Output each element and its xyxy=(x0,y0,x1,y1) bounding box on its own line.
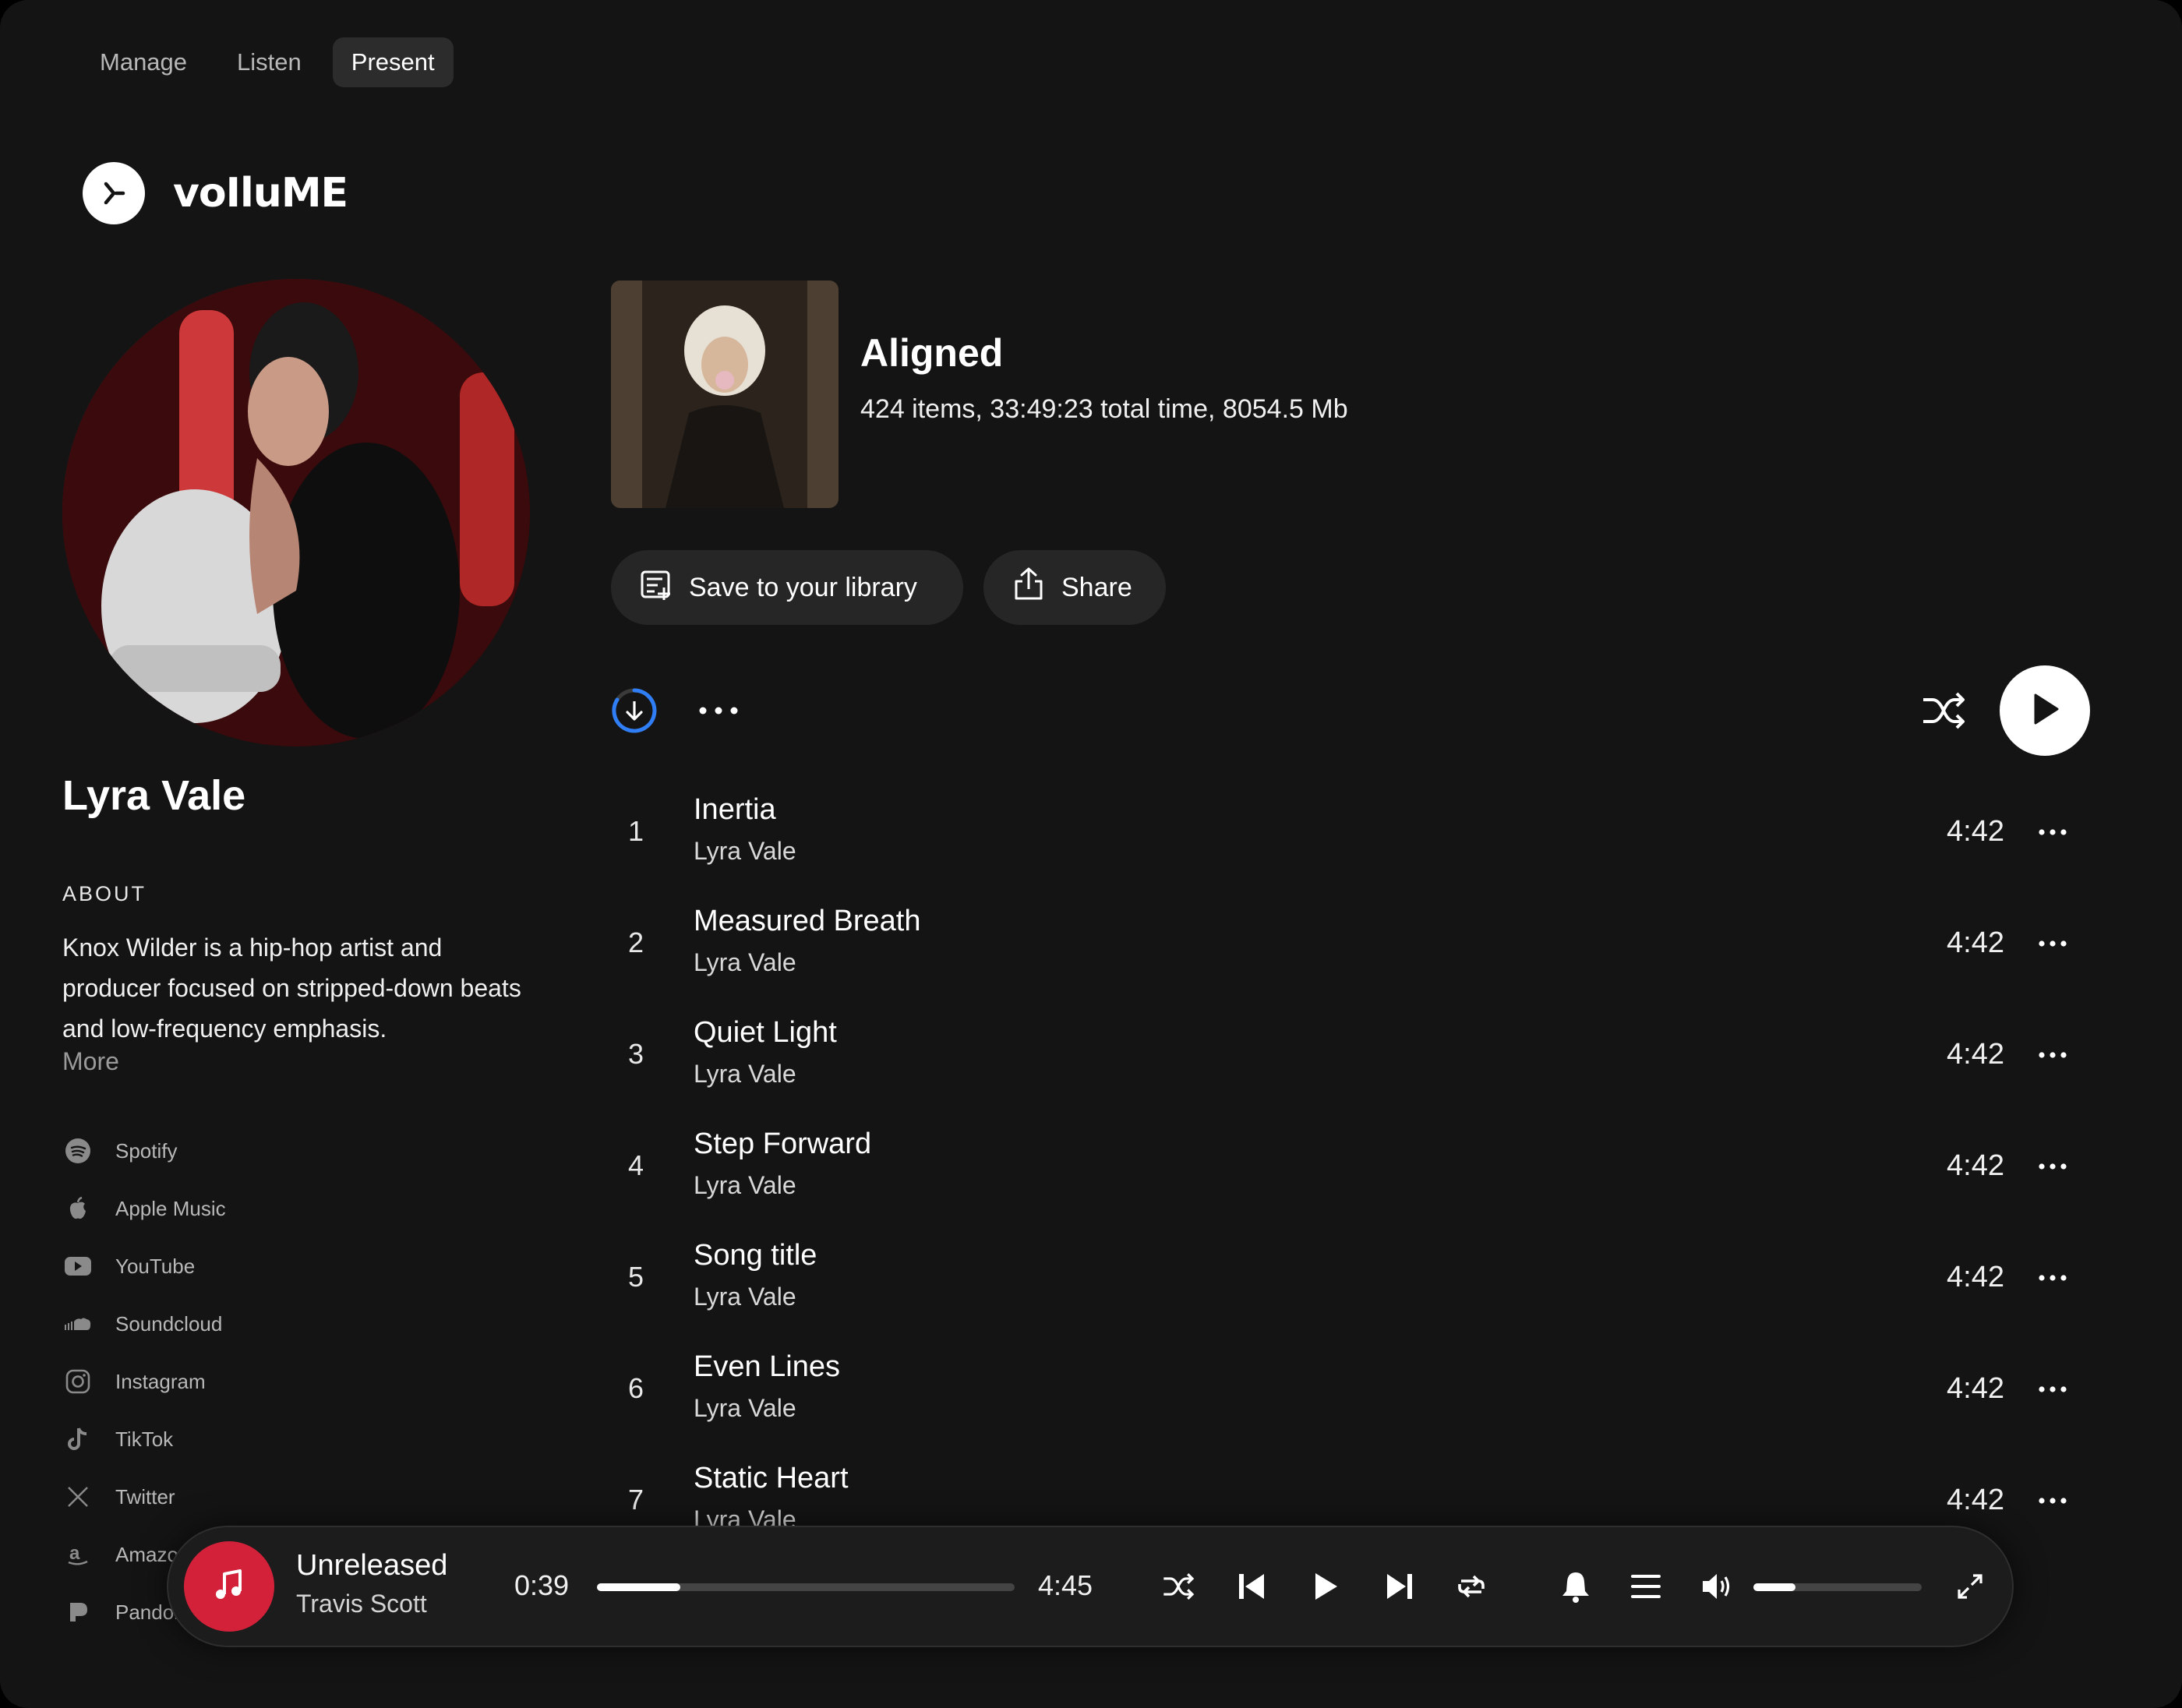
social-link-instagram[interactable]: Instagram xyxy=(62,1353,226,1410)
brand-logo[interactable]: voIluME xyxy=(83,162,348,224)
track-duration: 4:42 xyxy=(1947,1038,2004,1071)
progress-fill xyxy=(597,1583,681,1591)
track-artist: Lyra Vale xyxy=(694,948,796,976)
total-time: 4:45 xyxy=(1038,1569,1093,1601)
album-cover xyxy=(611,281,839,508)
shuffle-icon[interactable] xyxy=(1153,1562,1203,1611)
player-bar: Unreleased Travis Scott 0:39 4:45 xyxy=(167,1526,2014,1647)
amazon-icon: a xyxy=(62,1539,94,1570)
fullscreen-icon[interactable] xyxy=(1945,1562,1995,1611)
social-link-soundcloud[interactable]: Soundcloud xyxy=(62,1295,226,1353)
instagram-icon xyxy=(62,1366,94,1397)
social-link-spotify[interactable]: Spotify xyxy=(62,1122,226,1180)
social-link-tiktok[interactable]: TikTok xyxy=(62,1410,226,1468)
progress-bar[interactable] xyxy=(597,1583,1015,1591)
skip-next-icon[interactable] xyxy=(1375,1562,1425,1611)
tab-manage[interactable]: Manage xyxy=(81,37,206,87)
track-duration: 4:42 xyxy=(1947,1484,2004,1516)
svg-text:a: a xyxy=(69,1543,80,1564)
track-artist: Lyra Vale xyxy=(694,1505,796,1527)
track-title: Measured Breath xyxy=(694,905,921,937)
track-more-icon[interactable] xyxy=(2031,1485,2074,1516)
apple-icon xyxy=(62,1193,94,1224)
playlist-add-icon xyxy=(637,566,675,610)
artist-name: Lyra Vale xyxy=(62,772,246,819)
skip-previous-icon[interactable] xyxy=(1227,1562,1276,1611)
top-tabs: Manage Listen Present xyxy=(81,37,454,87)
shuffle-icon[interactable] xyxy=(1919,686,1968,736)
repeat-icon[interactable] xyxy=(1446,1562,1496,1611)
x-icon xyxy=(62,1481,94,1512)
volume-icon[interactable] xyxy=(1693,1562,1742,1611)
artist-photo xyxy=(62,279,530,746)
track-title: Static Heart xyxy=(694,1462,849,1494)
share-icon xyxy=(1010,566,1047,610)
now-playing-artist: Travis Scott xyxy=(296,1590,427,1618)
track-title: Step Forward xyxy=(694,1127,872,1160)
bell-icon[interactable] xyxy=(1551,1562,1601,1611)
track-duration: 4:42 xyxy=(1947,1261,2004,1293)
play-button[interactable] xyxy=(2000,665,2090,756)
now-playing-art[interactable] xyxy=(184,1541,274,1632)
more-link[interactable]: More xyxy=(62,1047,119,1076)
now-playing-title: Unreleased xyxy=(296,1549,448,1582)
track-more-icon[interactable] xyxy=(2031,928,2074,959)
spotify-icon xyxy=(62,1135,94,1166)
pandora-icon xyxy=(62,1597,94,1628)
tiktok-icon xyxy=(62,1424,94,1455)
track-row[interactable]: 6 Even Lines Lyra Vale 4:42 xyxy=(611,1336,2096,1448)
social-link-twitter[interactable]: Twitter xyxy=(62,1468,226,1526)
track-duration: 4:42 xyxy=(1947,926,2004,959)
soundcloud-icon xyxy=(62,1308,94,1339)
track-row[interactable]: 5 Song title Lyra Vale 4:42 xyxy=(611,1225,2096,1336)
brand-name: voIluME xyxy=(173,170,348,217)
elapsed-time: 0:39 xyxy=(514,1569,570,1601)
save-to-library-button[interactable]: Save to your library xyxy=(611,550,963,625)
track-title: Inertia xyxy=(694,793,776,826)
track-artist: Lyra Vale xyxy=(694,1171,796,1199)
track-artist: Lyra Vale xyxy=(694,1060,796,1088)
track-duration: 4:42 xyxy=(1947,1149,2004,1182)
track-title: Quiet Light xyxy=(694,1016,837,1049)
track-more-icon[interactable] xyxy=(2031,1374,2074,1405)
track-artist: Lyra Vale xyxy=(694,1394,796,1422)
share-button[interactable]: Share xyxy=(983,550,1166,625)
track-row[interactable]: 2 Measured Breath Lyra Vale 4:42 xyxy=(611,891,2096,1002)
social-link-apple-music[interactable]: Apple Music xyxy=(62,1180,226,1237)
track-row[interactable]: 7 Static Heart Lyra Vale 4:42 xyxy=(611,1448,2096,1527)
album-meta: 424 items, 33:49:23 total time, 8054.5 M… xyxy=(860,394,1348,424)
download-icon[interactable] xyxy=(611,687,658,734)
album-title: Aligned xyxy=(860,331,1004,375)
track-list: 1 Inertia Lyra Vale 4:42 2 Measured Brea… xyxy=(611,779,2096,1527)
track-row[interactable]: 1 Inertia Lyra Vale 4:42 xyxy=(611,779,2096,891)
track-artist: Lyra Vale xyxy=(694,1283,796,1311)
track-artist: Lyra Vale xyxy=(694,837,796,865)
track-more-icon[interactable] xyxy=(2031,1262,2074,1293)
track-duration: 4:42 xyxy=(1947,1372,2004,1405)
app-window: Manage Listen Present voIluME Lyra Vale … xyxy=(0,0,2182,1708)
track-more-icon[interactable] xyxy=(2031,817,2074,848)
track-title: Even Lines xyxy=(694,1350,841,1383)
logo-mark-icon xyxy=(83,162,145,224)
play-icon[interactable] xyxy=(1300,1562,1350,1611)
queue-icon[interactable] xyxy=(1621,1562,1671,1611)
track-more-icon[interactable] xyxy=(2031,1039,2074,1071)
track-row[interactable]: 3 Quiet Light Lyra Vale 4:42 xyxy=(611,1002,2096,1113)
track-title: Song title xyxy=(694,1239,817,1272)
tab-present[interactable]: Present xyxy=(332,37,454,87)
about-text: Knox Wilder is a hip-hop artist and prod… xyxy=(62,933,521,1043)
social-link-youtube[interactable]: YouTube xyxy=(62,1237,226,1295)
music-note-icon xyxy=(209,1565,249,1609)
track-more-icon[interactable] xyxy=(2031,1151,2074,1182)
track-duration: 4:42 xyxy=(1947,815,2004,848)
play-icon xyxy=(2028,690,2062,732)
more-options-icon[interactable] xyxy=(692,686,745,736)
youtube-icon xyxy=(62,1251,94,1282)
track-row[interactable]: 4 Step Forward Lyra Vale 4:42 xyxy=(611,1113,2096,1225)
tab-listen[interactable]: Listen xyxy=(218,37,320,87)
about-heading: ABOUT xyxy=(62,882,147,905)
volume-fill xyxy=(1753,1583,1795,1591)
volume-slider[interactable] xyxy=(1753,1583,1922,1591)
